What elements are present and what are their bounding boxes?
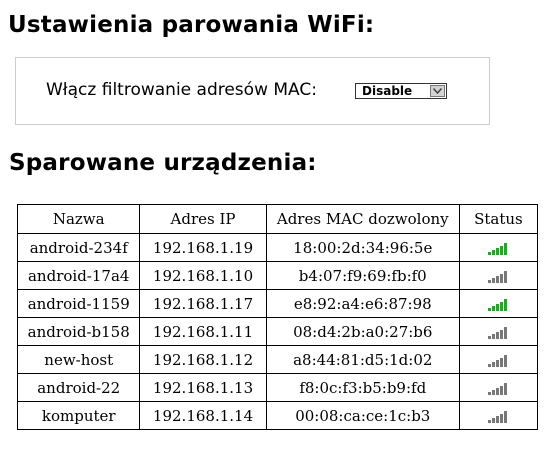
signal-bars-icon [488, 271, 508, 283]
device-name-cell: komputer [16, 401, 141, 430]
device-name-cell: android-1159 [16, 289, 141, 318]
device-name-cell: android-22 [16, 373, 141, 402]
device-ip-cell: 192.168.1.17 [139, 289, 267, 318]
table-header-row: Nazwa Adres IP Adres MAC dozwolony Statu… [16, 204, 539, 234]
device-mac-cell: b4:07:f9:69:fb:f0 [265, 261, 460, 290]
device-mac-cell: 08:d4:2b:a0:27:b6 [265, 317, 460, 346]
signal-bars-icon [488, 355, 508, 367]
signal-bars-icon [488, 383, 508, 395]
device-status-cell [458, 373, 539, 402]
mac-filter-label: Włącz filtrowanie adresów MAC: [46, 80, 317, 100]
table-row: android-234f 192.168.1.19 18:00:2d:34:96:5… [16, 233, 539, 262]
device-ip-cell: 192.168.1.10 [139, 261, 267, 290]
device-name-cell: android-234f [16, 233, 141, 262]
device-ip-cell: 192.168.1.12 [139, 345, 267, 374]
device-ip-cell: 192.168.1.14 [139, 401, 267, 430]
column-header-name: Nazwa [16, 204, 141, 234]
device-name-cell: android-b158 [16, 317, 141, 346]
device-mac-cell: a8:44:81:d5:1d:02 [265, 345, 460, 374]
mac-filter-select[interactable]: Disable [355, 83, 447, 99]
table-row: android-22 192.168.1.13 f8:0c:f3:b5:b9:fd [16, 373, 539, 402]
table-row: android-b158 192.168.1.11 08:d4:2b:a0:27:b… [16, 317, 539, 346]
signal-bars-icon [488, 299, 508, 311]
device-status-cell [458, 345, 539, 374]
table-row: android-1159 192.168.1.17 e8:92:a4:e6:87:9… [16, 289, 539, 318]
table-row: android-17a4 192.168.1.10 b4:07:f9:69:fb:f… [16, 261, 539, 290]
device-status-cell [458, 261, 539, 290]
device-ip-cell: 192.168.1.13 [139, 373, 267, 402]
device-status-cell [458, 233, 539, 262]
column-header-ip: Adres IP [139, 204, 267, 234]
device-status-cell [458, 401, 539, 430]
device-status-cell [458, 317, 539, 346]
device-ip-cell: 192.168.1.11 [139, 317, 267, 346]
table-row: komputer 192.168.1.14 00:08:ca:ce:1c:b3 [16, 401, 539, 430]
signal-bars-icon [488, 243, 508, 255]
device-status-cell [458, 289, 539, 318]
table-row: new-host 192.168.1.12 a8:44:81:d5:1d:02 [16, 345, 539, 374]
paired-devices-table: Nazwa Adres IP Adres MAC dozwolony Statu… [16, 204, 539, 430]
device-name-cell: android-17a4 [16, 261, 141, 290]
device-ip-cell: 192.168.1.19 [139, 233, 267, 262]
paired-devices-title: Sparowane urządzenia: [9, 150, 317, 176]
column-header-mac: Adres MAC dozwolony [265, 204, 460, 234]
column-header-status: Status [458, 204, 539, 234]
signal-bars-icon [488, 411, 508, 423]
chevron-down-icon[interactable] [430, 85, 445, 97]
device-mac-cell: e8:92:a4:e6:87:98 [265, 289, 460, 318]
device-mac-cell: f8:0c:f3:b5:b9:fd [265, 373, 460, 402]
mac-filter-panel: Włącz filtrowanie adresów MAC: Disable [15, 57, 490, 125]
signal-bars-icon [488, 327, 508, 339]
wifi-settings-title: Ustawienia parowania WiFi: [8, 12, 375, 38]
device-mac-cell: 00:08:ca:ce:1c:b3 [265, 401, 460, 430]
mac-filter-selected-value: Disable [362, 84, 413, 98]
device-name-cell: new-host [16, 345, 141, 374]
device-mac-cell: 18:00:2d:34:96:5e [265, 233, 460, 262]
